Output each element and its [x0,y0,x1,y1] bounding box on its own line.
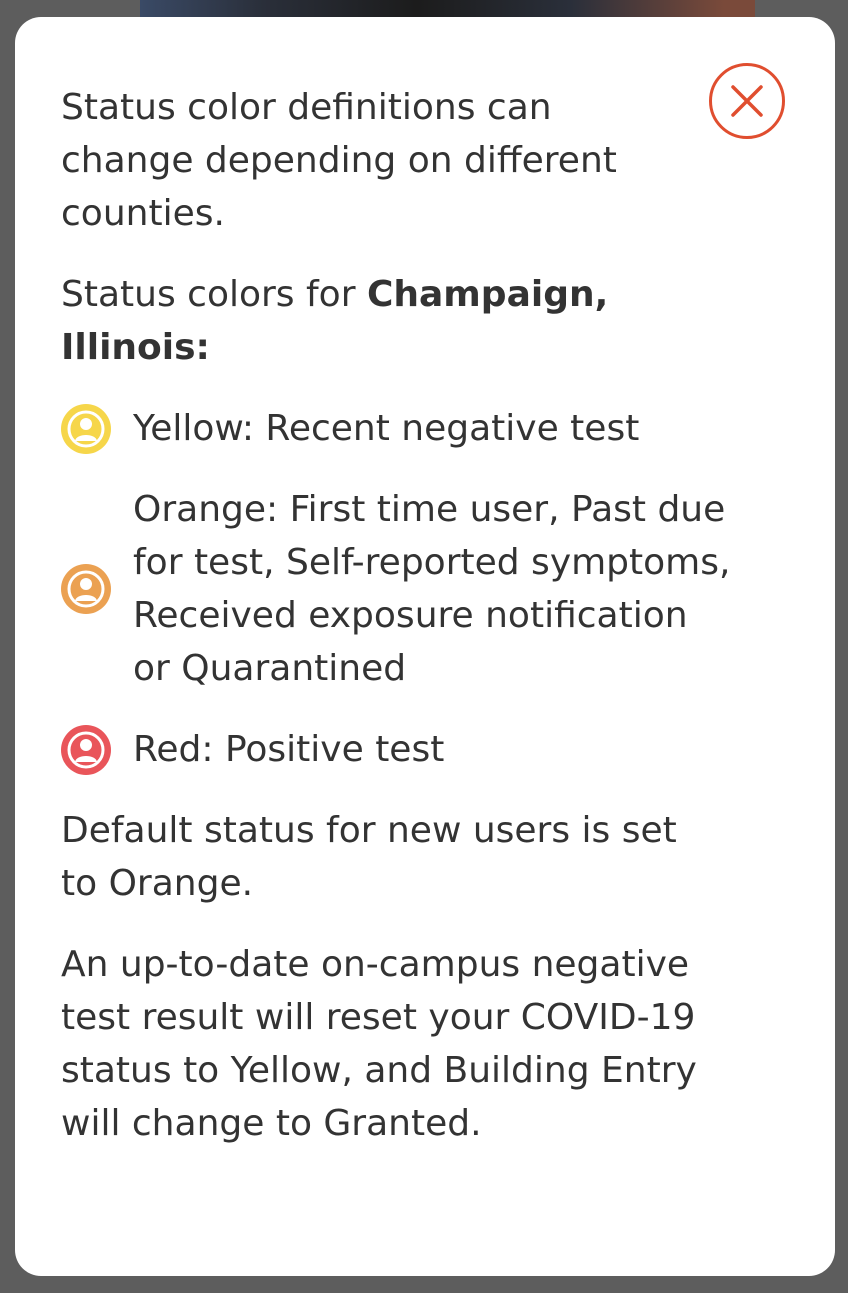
county-prefix: Status colors for [61,274,367,315]
close-button[interactable] [709,63,785,139]
legend-text-orange: Orange: First time user, Past due for te… [133,489,731,689]
county-heading: Status colors for Champaign, Illinois: [61,268,681,374]
status-legend: Yellow: Recent negative test Orange: Fir… [61,402,795,776]
legend-text-yellow: Yellow: Recent negative test [133,408,640,449]
user-icon-orange [61,564,111,614]
legend-item-orange: Orange: First time user, Past due for te… [61,483,795,695]
user-icon-red [61,724,111,775]
legend-text-red: Red: Positive test [133,729,445,770]
default-status-text: Default status for new users is set to O… [61,810,677,904]
status-info-modal: Status color definitions can change depe… [15,17,835,1276]
intro-text: Status color definitions can change depe… [61,87,617,234]
user-icon-yellow [61,403,111,454]
legend-item-yellow: Yellow: Recent negative test [61,402,795,455]
legend-item-red: Red: Positive test [61,723,795,776]
close-icon [731,85,763,117]
reset-status-text: An up-to-date on-campus negative test re… [61,944,697,1144]
